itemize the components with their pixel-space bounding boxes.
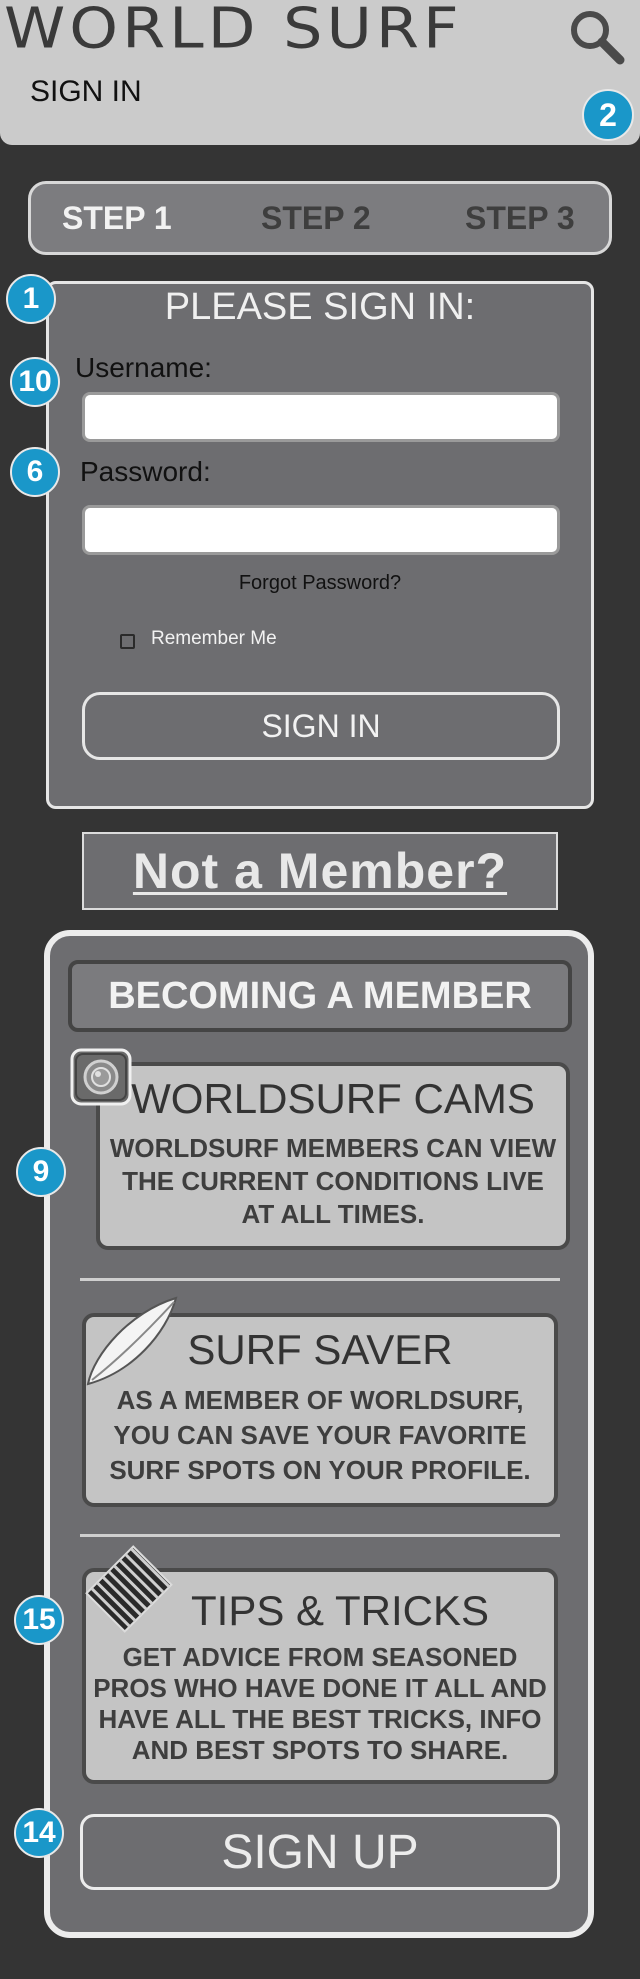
membership-heading: BECOMING A MEMBER (68, 960, 572, 1032)
annotation-badge: 10 (10, 357, 60, 407)
password-label: Password: (80, 456, 211, 487)
feature-body: WORLDSURF MEMBERS CAN VIEW THE CURRENT C… (109, 1133, 557, 1229)
username-input[interactable] (82, 392, 560, 442)
sign-in-heading: PLEASE SIGN IN: (164, 286, 476, 328)
search-icon[interactable] (566, 6, 626, 66)
camera-icon (70, 1048, 132, 1106)
annotation-badge: 14 (14, 1808, 64, 1858)
not-a-member-link[interactable]: Not a Member? (133, 842, 507, 900)
feature-title: WORLDSURF CAMS (131, 1075, 535, 1122)
not-a-member-banner: Not a Member? (82, 832, 558, 910)
divider (80, 1278, 560, 1281)
annotation-badge: 6 (10, 447, 60, 497)
remember-me-label[interactable]: Remember Me (151, 628, 277, 650)
step-1[interactable]: STEP 1 (62, 181, 172, 255)
remember-me-checkbox[interactable] (120, 634, 135, 649)
annotation-badge: 15 (14, 1595, 64, 1645)
sign-in-button[interactable]: SIGN IN (82, 692, 560, 760)
surf-wax-icon (74, 1534, 184, 1644)
page-title: SIGN IN (30, 75, 142, 108)
password-input[interactable] (82, 505, 560, 555)
annotation-badge: 2 (582, 89, 634, 141)
feature-body: AS A MEMBER OF WORLDSURF, YOU CAN SAVE Y… (109, 1385, 531, 1485)
annotation-badge: 9 (16, 1147, 66, 1197)
username-label: Username: (75, 352, 212, 383)
step-2[interactable]: STEP 2 (261, 181, 371, 255)
brand-logo[interactable]: WORLD SURF (4, 0, 463, 58)
step-3[interactable]: STEP 3 (465, 181, 575, 255)
feature-body: GET ADVICE FROM SEASONED PROS WHO HAVE D… (93, 1642, 547, 1765)
forgot-password-link[interactable]: Forgot Password? (0, 572, 640, 595)
surfboard-icon (80, 1294, 182, 1390)
feature-card-cams: WORLDSURF CAMS WORLDSURF MEMBERS CAN VIE… (96, 1062, 570, 1250)
sign-up-button[interactable]: SIGN UP (80, 1814, 560, 1890)
